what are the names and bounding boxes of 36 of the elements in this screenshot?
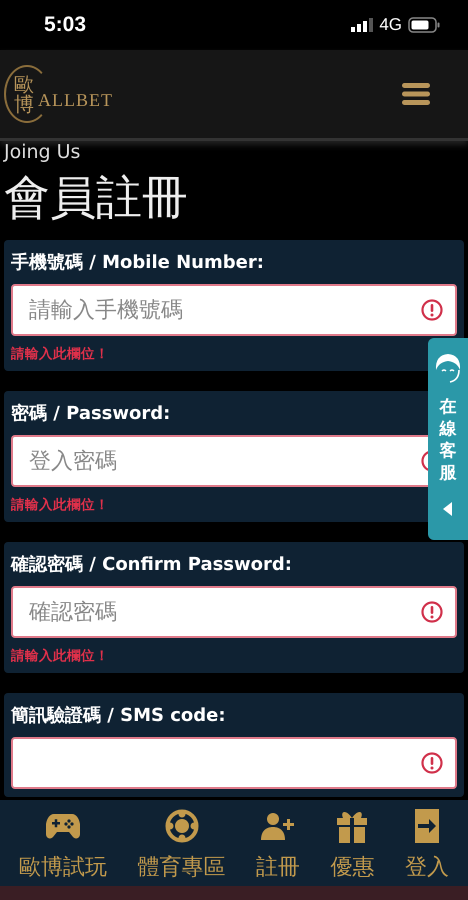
support-label[interactable]: 在線客服 <box>440 396 456 484</box>
error-message: 請輸入此欄位！ <box>11 496 109 514</box>
signal-icon <box>351 18 374 32</box>
network-label: 4G <box>379 15 402 35</box>
gift-icon <box>336 809 368 843</box>
page-title: 會員註冊 <box>4 169 188 226</box>
nav-label[interactable]: 體育專區 <box>138 852 226 882</box>
field-label: 密碼 / Password: <box>11 402 170 425</box>
input-field[interactable]: 請輸入手機號碼 <box>11 284 457 336</box>
input-field[interactable]: 確認密碼 <box>11 586 457 638</box>
field-label: 手機號碼 / Mobile Number: <box>11 251 264 274</box>
field-label: 確認密碼 / Confirm Password: <box>11 553 292 576</box>
logo-text: ALLBET <box>38 90 113 111</box>
error-message: 請輸入此欄位！ <box>11 345 109 363</box>
nav-label[interactable]: 登入 <box>404 852 449 882</box>
gamepad-icon <box>46 812 80 840</box>
login-icon <box>414 809 439 843</box>
error-icon <box>421 299 443 321</box>
error-icon <box>421 601 443 623</box>
support-tab[interactable]: 在線客服 <box>428 338 468 540</box>
battery-icon <box>408 17 440 33</box>
menu-icon[interactable] <box>402 83 430 105</box>
nav-label[interactable]: 優惠 <box>330 852 374 882</box>
clock: 5:03 <box>44 13 86 37</box>
nav-label[interactable]: 註冊 <box>256 852 300 882</box>
agent-icon <box>433 352 463 384</box>
nav-label[interactable]: 歐博試玩 <box>19 852 108 882</box>
error-icon <box>421 752 443 774</box>
page-subtitle: Joing Us <box>4 140 80 164</box>
collapse-icon[interactable] <box>443 502 453 516</box>
ball-icon <box>164 809 199 843</box>
input-field[interactable] <box>11 737 457 789</box>
input-field[interactable]: 登入密碼 <box>11 435 428 487</box>
error-message: 請輸入此欄位！ <box>11 647 109 665</box>
add-user-icon <box>260 812 295 840</box>
field-label: 簡訊驗證碼 / SMS code: <box>11 704 226 727</box>
